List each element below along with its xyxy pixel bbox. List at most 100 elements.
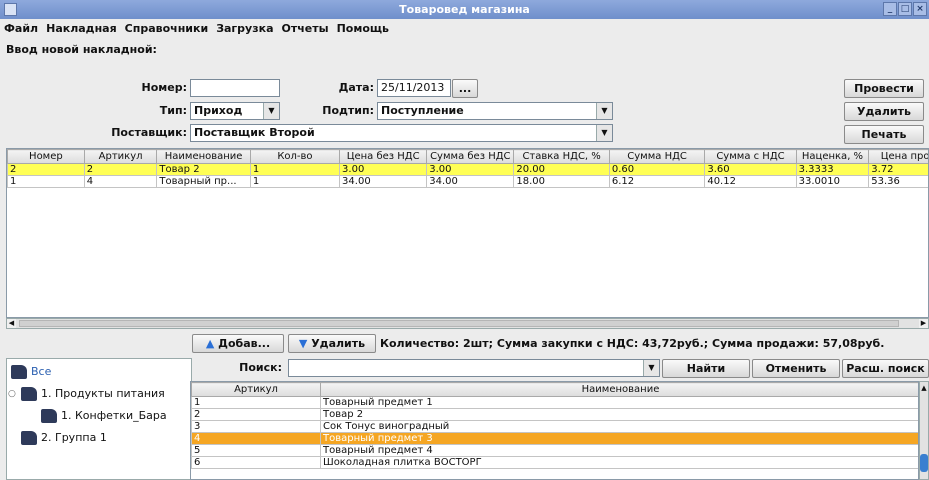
column-header[interactable]: Ставка НДС, %: [513, 149, 610, 164]
table-cell[interactable]: Товарный предмет 3: [320, 432, 918, 445]
subtype-select[interactable]: Поступление ▼: [377, 102, 613, 120]
supplier-select[interactable]: Поставщик Второй ▼: [190, 124, 613, 142]
date-field[interactable]: 25/11/2013: [377, 79, 451, 97]
chevron-down-icon[interactable]: ▼: [643, 360, 659, 376]
column-header[interactable]: Сумма НДС: [608, 149, 706, 164]
table-cell[interactable]: 0.60: [608, 163, 706, 176]
tree-node-root[interactable]: Все: [11, 365, 51, 379]
table-cell[interactable]: 3.00: [339, 163, 428, 176]
column-header[interactable]: Цена про: [868, 149, 928, 164]
table-cell[interactable]: 1: [249, 175, 341, 188]
advanced-search-button[interactable]: Расш. поиск: [842, 359, 929, 378]
menu-invoice[interactable]: Накладная: [46, 19, 117, 38]
table-cell[interactable]: 3.60: [704, 163, 797, 176]
column-header[interactable]: Артикул: [191, 382, 321, 397]
table-row[interactable]: 4 Товарный предмет 3: [191, 432, 918, 445]
table-row[interactable]: 2 Товар 2: [191, 408, 918, 421]
table-cell[interactable]: 1: [249, 163, 341, 176]
table-row[interactable]: 6 Шоколадная плитка ВОСТОРГ: [191, 456, 918, 469]
chevron-down-icon[interactable]: ▼: [263, 103, 279, 119]
subtype-label: Подтип:: [322, 104, 374, 117]
chevron-down-icon[interactable]: ▼: [596, 125, 612, 141]
find-button[interactable]: Найти: [662, 359, 750, 378]
table-cell[interactable]: 4: [191, 432, 321, 445]
add-row-button[interactable]: ▲ Добав...: [192, 334, 284, 353]
type-select[interactable]: Приход ▼: [190, 102, 280, 120]
table-cell[interactable]: 34.00: [339, 175, 428, 188]
column-header[interactable]: Сумма с НДС: [704, 149, 797, 164]
column-header[interactable]: Цена без НДС: [339, 149, 428, 164]
tree-node[interactable]: 2. Группа 1: [21, 431, 107, 445]
table-cell[interactable]: 6: [191, 456, 321, 469]
column-header[interactable]: Наценка, %: [795, 149, 870, 164]
menu-file[interactable]: Файл: [4, 19, 38, 38]
table-cell[interactable]: 3.3333: [795, 163, 870, 176]
remove-row-button[interactable]: ▼ Удалить: [288, 334, 376, 353]
type-select-value: Приход: [194, 104, 243, 117]
table-cell[interactable]: Товарный предмет 1: [320, 396, 918, 409]
table-cell[interactable]: 34.00: [426, 175, 515, 188]
table-cell[interactable]: 33.0010: [795, 175, 870, 188]
table-cell[interactable]: 1: [191, 396, 321, 409]
number-field[interactable]: [190, 79, 280, 97]
table-cell[interactable]: Товар 2: [156, 163, 251, 176]
table-row[interactable]: 1 Товарный предмет 1: [191, 396, 918, 409]
table-cell[interactable]: 5: [191, 444, 321, 457]
table-cell[interactable]: Товарный пр...: [156, 175, 251, 188]
table-cell[interactable]: 18.00: [513, 175, 610, 188]
table-cell[interactable]: 2: [83, 163, 158, 176]
table-cell[interactable]: 2: [7, 163, 85, 176]
table-cell[interactable]: Шоколадная плитка ВОСТОРГ: [320, 456, 918, 469]
minimize-icon[interactable]: _: [883, 2, 897, 16]
maximize-icon[interactable]: □: [898, 2, 912, 16]
date-picker-button[interactable]: ...: [452, 79, 478, 98]
table-row[interactable]: 2 2 Товар 2 1 3.00 3.00 20.00 0.60 3.60 …: [7, 163, 928, 176]
table-cell[interactable]: 3: [191, 420, 321, 433]
scroll-right-icon[interactable]: ▶: [919, 319, 928, 328]
print-button[interactable]: Печать: [844, 125, 924, 144]
column-header[interactable]: Номер: [7, 149, 85, 164]
post-button[interactable]: Провести: [844, 79, 924, 98]
tree-node-label: 1. Конфетки_Бара: [61, 409, 167, 422]
table-cell[interactable]: 3.72: [868, 163, 928, 176]
table-cell[interactable]: 20.00: [513, 163, 610, 176]
column-header[interactable]: Артикул: [83, 149, 158, 164]
menu-help[interactable]: Помощь: [337, 19, 389, 38]
table-cell[interactable]: Товарный предмет 4: [320, 444, 918, 457]
tree-node[interactable]: 1. Конфетки_Бара: [41, 409, 167, 423]
table-row[interactable]: 1 4 Товарный пр... 1 34.00 34.00 18.00 6…: [7, 175, 928, 188]
column-header[interactable]: Кол-во: [249, 149, 341, 164]
table-cell[interactable]: 2: [191, 408, 321, 421]
column-header[interactable]: Наименование: [156, 149, 251, 164]
scrollbar-thumb[interactable]: [920, 454, 928, 472]
tree-node[interactable]: 1. Продукты питания: [21, 387, 165, 401]
menu-reports[interactable]: Отчеты: [282, 19, 329, 38]
table-row[interactable]: 5 Товарный предмет 4: [191, 444, 918, 457]
chevron-down-icon[interactable]: ▼: [596, 103, 612, 119]
vertical-scrollbar[interactable]: ▲: [919, 381, 929, 480]
scroll-up-icon[interactable]: ▲: [920, 384, 928, 392]
cancel-search-button[interactable]: Отменить: [752, 359, 840, 378]
table-cell[interactable]: Товар 2: [320, 408, 918, 421]
menu-load[interactable]: Загрузка: [216, 19, 273, 38]
table-cell[interactable]: 1: [7, 175, 85, 188]
column-header[interactable]: Сумма без НДС: [426, 149, 515, 164]
search-input[interactable]: ▼: [288, 359, 660, 377]
delete-invoice-button[interactable]: Удалить: [844, 102, 924, 121]
table-row[interactable]: 3 Сок Тонус виноградный: [191, 420, 918, 433]
horizontal-scrollbar[interactable]: ◀ ▶: [6, 318, 929, 329]
table-cell[interactable]: 3.00: [426, 163, 515, 176]
column-header[interactable]: Наименование: [320, 382, 918, 397]
window-titlebar: Товаровед магазина _ □ ×: [0, 0, 929, 19]
scroll-left-icon[interactable]: ◀: [7, 319, 16, 328]
table-cell[interactable]: 53.36: [868, 175, 928, 188]
scrollbar-thumb[interactable]: [19, 320, 899, 327]
table-cell[interactable]: 6.12: [608, 175, 706, 188]
table-cell[interactable]: Сок Тонус виноградный: [320, 420, 918, 433]
table-cell[interactable]: 40.12: [704, 175, 797, 188]
menu-references[interactable]: Справочники: [125, 19, 209, 38]
table-cell[interactable]: 4: [83, 175, 158, 188]
close-icon[interactable]: ×: [913, 2, 927, 16]
summary-text: Количество: 2шт; Сумма закупки с НДС: 43…: [380, 337, 885, 350]
tree-expand-icon[interactable]: ○: [8, 389, 16, 399]
